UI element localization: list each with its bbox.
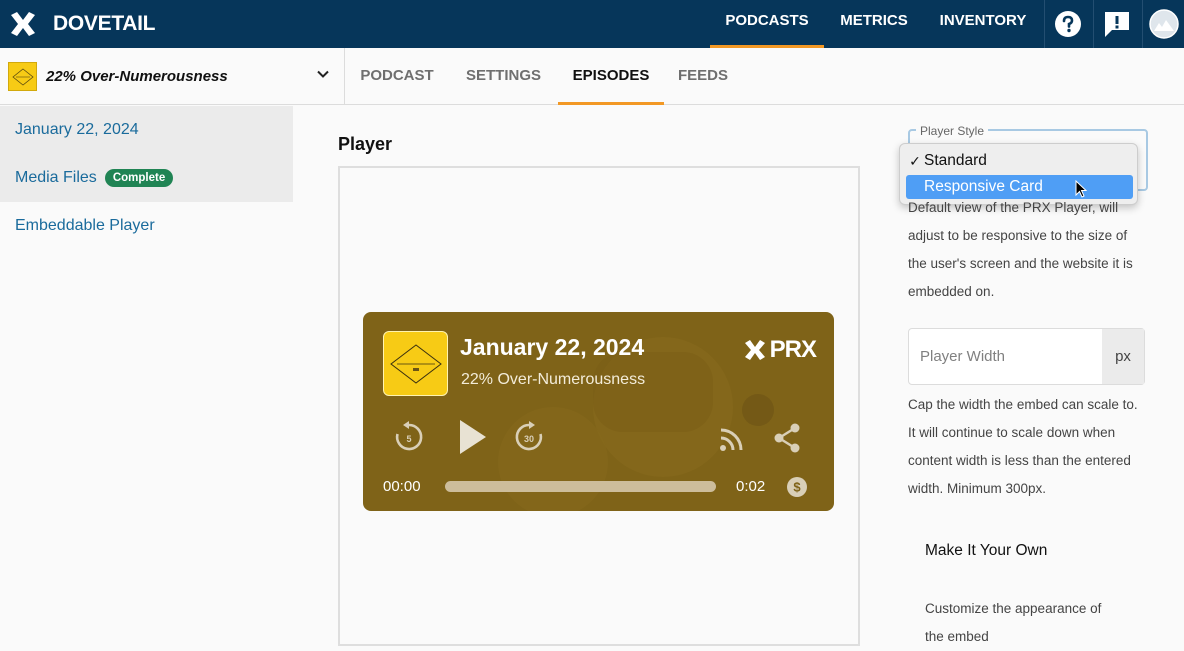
tab-podcast[interactable]: PODCAST xyxy=(353,48,441,105)
podcast-art-icon xyxy=(11,67,34,86)
make-it-your-own-help: Customize the appearance of the embed xyxy=(925,595,1175,651)
help-line: Default view of the PRX Player, will xyxy=(908,200,1119,215)
podcast-name: 22% Over-Numerousness xyxy=(46,68,228,85)
nav-podcasts[interactable]: PODCASTS xyxy=(710,0,824,48)
sidebar-item-media-files[interactable]: Media Files Complete xyxy=(0,154,293,202)
player-width-group: px xyxy=(908,328,1145,385)
help-line: It will continue to scale down when xyxy=(908,425,1116,440)
chevron-down-icon xyxy=(317,70,329,78)
forward-30-icon: 30 xyxy=(515,421,543,451)
brand-name: DOVETAIL xyxy=(53,12,156,35)
share-icon xyxy=(774,423,800,453)
help-line: the user's screen and the website it is xyxy=(908,256,1133,271)
sidebar-item-episode-date[interactable]: January 22, 2024 xyxy=(0,106,293,154)
sidebar-item-embeddable-player[interactable]: Embeddable Player xyxy=(0,202,293,250)
embedded-player: January 22, 2024 22% Over-Numerousness P… xyxy=(363,312,834,511)
dropdown-option-standard[interactable]: ✓ Standard xyxy=(906,149,1133,173)
podcast-selector[interactable]: 22% Over-Numerousness xyxy=(0,48,345,105)
player-width-input[interactable] xyxy=(909,329,1103,384)
help-line: width. Minimum 300px. xyxy=(908,481,1047,496)
make-it-your-own-title: Make It Your Own xyxy=(925,542,1048,559)
share-button[interactable] xyxy=(769,420,805,456)
help-line: embedded on. xyxy=(908,284,995,299)
help-line: the embed xyxy=(925,629,989,644)
rewind-5-icon: 5 xyxy=(395,421,423,451)
tab-feeds[interactable]: FEEDS xyxy=(670,48,736,105)
user-avatar xyxy=(1148,9,1179,39)
sidebar-item-label: Embeddable Player xyxy=(15,217,155,234)
brand-logo[interactable]: DOVETAIL xyxy=(8,6,156,42)
rewind-button[interactable]: 5 xyxy=(391,419,427,455)
help-line: Cap the width the embed can scale to. xyxy=(908,397,1138,412)
forward-button[interactable]: 30 xyxy=(511,419,547,455)
px-unit-addon: px xyxy=(1102,329,1144,384)
play-icon xyxy=(460,420,486,454)
episode-art-icon xyxy=(389,343,442,384)
episode-title: January 22, 2024 xyxy=(460,334,645,360)
option-label: Standard xyxy=(924,152,987,169)
podcast-subtitle: 22% Over-Numerousness xyxy=(461,371,646,388)
sidebar-item-label: Media Files xyxy=(15,169,97,186)
nav-inventory[interactable]: INVENTORY xyxy=(930,0,1036,48)
support-button[interactable]: $ xyxy=(785,475,809,499)
help-icon xyxy=(1054,11,1081,37)
player-style-help: Default view of the PRX Player, will adj… xyxy=(908,194,1158,306)
feedback-button[interactable] xyxy=(1093,0,1139,48)
help-button[interactable] xyxy=(1044,0,1090,48)
sub-header: 22% Over-Numerousness PODCAST SETTINGS E… xyxy=(0,48,1184,105)
podcast-thumbnail xyxy=(8,62,37,91)
help-line: adjust to be responsive to the size of xyxy=(908,228,1128,243)
help-line: Customize the appearance of xyxy=(925,601,1102,616)
tab-settings[interactable]: SETTINGS xyxy=(456,48,551,105)
dollar-icon: $ xyxy=(787,477,807,497)
top-navbar: DOVETAIL PODCASTS METRICS INVENTORY xyxy=(0,0,1184,48)
time-total: 0:02 xyxy=(736,478,766,495)
prx-wordmark: PRX xyxy=(769,336,817,363)
play-button[interactable] xyxy=(453,416,491,458)
progress-bar[interactable] xyxy=(445,481,716,492)
svg-text:$: $ xyxy=(793,480,801,495)
prx-x-icon xyxy=(744,340,765,360)
rss-button[interactable] xyxy=(715,422,749,456)
checkmark-icon: ✓ xyxy=(909,152,921,169)
prx-logo[interactable]: PRX xyxy=(743,336,817,364)
time-current: 00:00 xyxy=(383,478,421,495)
rewind-seconds: 5 xyxy=(406,434,411,444)
rss-icon xyxy=(720,428,743,451)
help-line: content width is less than the entered xyxy=(908,453,1131,468)
section-title: Player xyxy=(338,134,393,154)
user-avatar-button[interactable] xyxy=(1142,0,1184,48)
nav-metrics[interactable]: METRICS xyxy=(830,0,918,48)
player-style-label: Player Style xyxy=(916,124,989,138)
episode-artwork xyxy=(383,331,448,396)
status-badge: Complete xyxy=(104,169,174,187)
dovetail-x-icon xyxy=(11,12,35,36)
episode-sidebar: January 22, 2024 Media Files Complete Em… xyxy=(0,106,293,637)
sidebar-item-label: January 22, 2024 xyxy=(15,121,139,138)
tab-episodes[interactable]: EPISODES xyxy=(558,48,664,105)
forward-seconds: 30 xyxy=(524,434,534,444)
feedback-icon xyxy=(1104,12,1129,37)
player-width-help: Cap the width the embed can scale to. It… xyxy=(908,391,1158,503)
